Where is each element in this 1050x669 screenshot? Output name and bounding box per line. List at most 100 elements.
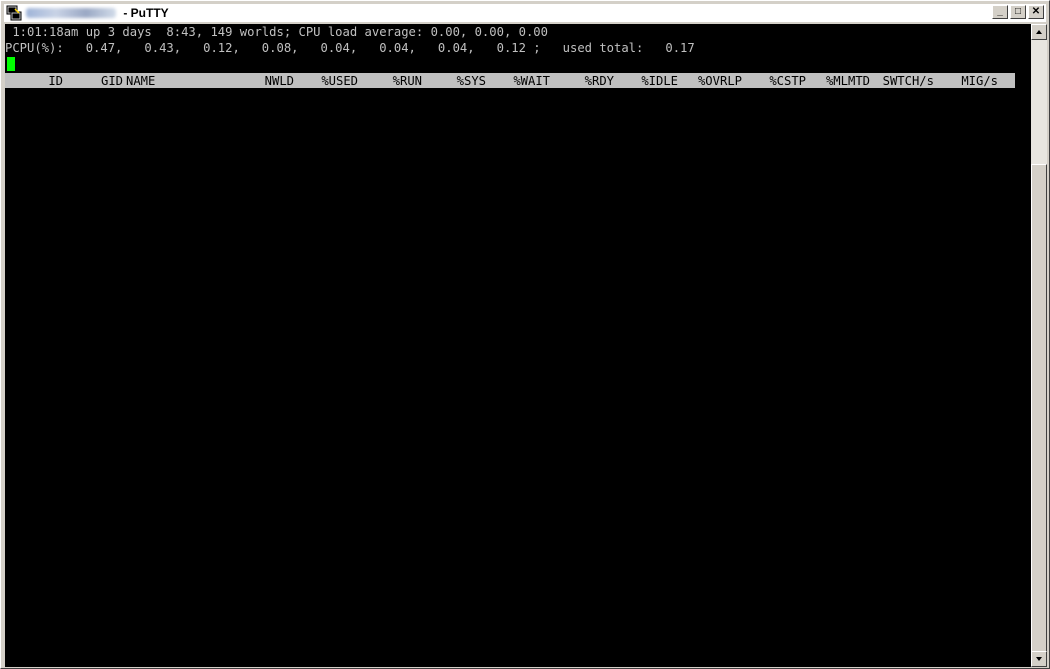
cell-swtch: 1.00	[904, 106, 934, 120]
cell-nwld: 22	[279, 426, 294, 440]
cell-gid: 434	[100, 346, 123, 360]
cell-name: sfcbd.1500	[126, 346, 200, 360]
cell-name: sfcbd.1624	[126, 442, 200, 456]
cell-gid: 468	[100, 362, 123, 376]
cell-mig: 0.00	[968, 602, 998, 616]
table-row: 468 468 sh.1536 1 0.00 0.00 0.00 100.00 0.00 0.00…	[5, 361, 1015, 377]
cell-cstp: 0.00	[776, 634, 806, 648]
cell-swtch: 0.50	[904, 522, 934, 536]
table-row: 338 338 hostd.1394 12 0.02 0.02 0.00 1200.00 0.0…	[5, 249, 1015, 265]
column-header-cstp: %CSTP	[769, 74, 806, 88]
arrow-down-icon	[1036, 657, 1042, 661]
cell-swtch: 0.50	[904, 650, 934, 664]
cell-mig: 0.00	[968, 394, 998, 408]
cell-mlmtd: 0.00	[840, 154, 870, 168]
cell-run: 0.00	[392, 394, 422, 408]
cell-ovrlp: 0.04	[712, 554, 742, 568]
cell-nwld: 12	[279, 250, 294, 264]
cell-sys: 0.00	[456, 618, 486, 632]
cell-rdy: 0.00	[584, 314, 614, 328]
cell-cstp: 0.00	[776, 138, 806, 152]
cell-sys: 0.00	[456, 522, 486, 536]
cell-id: 328	[40, 234, 63, 248]
cell-ovrlp: 0.01	[712, 522, 742, 536]
cell-nwld: 1	[286, 266, 294, 280]
cell-swtch: 0.00	[904, 362, 934, 376]
table-row: 106 106 busybox.1154 1 0.00 0.00 0.00 100.00 0.0…	[5, 169, 1015, 185]
cell-sys: 0.00	[456, 634, 486, 648]
column-header-nwld: NWLD	[264, 74, 294, 88]
cell-id: 7	[55, 138, 63, 152]
putty-icon[interactable]	[6, 5, 22, 21]
cell-cstp: 0.00	[776, 330, 806, 344]
close-button[interactable]: ✕	[1028, 5, 1044, 19]
cell-swtch: 0.50	[904, 634, 934, 648]
cell-wait: 100.00	[505, 394, 550, 408]
cell-mlmtd: 0.00	[840, 538, 870, 552]
cell-name: dropbearmulti.3	[126, 602, 237, 616]
cell-run: 0.00	[392, 346, 422, 360]
cell-nwld: 1	[286, 362, 294, 376]
cell-idle: 0.00	[648, 410, 678, 424]
cell-gid: 6	[115, 122, 123, 136]
cell-mlmtd: 0.00	[840, 330, 870, 344]
cell-run: 0.00	[392, 218, 422, 232]
cell-used: 0.00	[328, 394, 358, 408]
cell-mig: 0.00	[968, 106, 998, 120]
cell-sys: 0.00	[456, 234, 486, 248]
minimize-button[interactable]: _	[992, 5, 1008, 19]
scroll-up-button[interactable]	[1031, 24, 1047, 40]
cell-id: 349	[40, 266, 63, 280]
table-row: 1214 1214 ash.3397 1 0.00 0.00 0.00 100.00 0.00 0…	[5, 617, 1015, 633]
cell-sys: 0.00	[456, 554, 486, 568]
maximize-button[interactable]: □	[1010, 5, 1026, 19]
cell-wait: 600.00	[505, 586, 550, 600]
cell-sys: 0.00	[456, 90, 486, 104]
vertical-scrollbar[interactable]	[1031, 24, 1047, 667]
cell-run: 0.00	[392, 170, 422, 184]
title-bar[interactable]: - PuTTY _ □ ✕	[4, 4, 1046, 22]
cell-gid: 581	[100, 506, 123, 520]
cell-idle: 0.00	[648, 474, 678, 488]
cell-id: 1	[55, 90, 63, 104]
cell-cstp: 0.00	[776, 570, 806, 584]
cell-rdy: 0.00	[584, 122, 614, 136]
cell-ovrlp: 0.00	[712, 106, 742, 120]
cell-rdy: 0.00	[584, 506, 614, 520]
cell-name: busybox.1369	[126, 202, 215, 216]
cell-nwld: 1	[286, 410, 294, 424]
cell-rdy: 0.00	[584, 458, 614, 472]
cell-cstp: 0.00	[776, 602, 806, 616]
cell-ovrlp: 0.00	[712, 570, 742, 584]
cell-nwld: 1	[286, 490, 294, 504]
cell-used: 0.00	[328, 474, 358, 488]
cell-cstp: 0.00	[776, 426, 806, 440]
cell-id: 1216	[33, 634, 63, 648]
cell-nwld: 23	[279, 122, 294, 136]
terminal-screen[interactable]: 1:01:18am up 3 days 8:43, 149 worlds; CP…	[5, 24, 1031, 667]
scroll-down-button[interactable]	[1031, 651, 1047, 667]
cell-rdy: 0.00	[584, 186, 614, 200]
cell-cstp: 0.00	[776, 90, 806, 104]
cell-gid: 1214	[93, 618, 123, 632]
cell-nwld: 6	[286, 586, 294, 600]
cell-mig: 0.00	[968, 282, 998, 296]
scrollbar-thumb[interactable]	[1031, 164, 1047, 652]
cell-mig: 0.00	[968, 634, 998, 648]
cell-swtch: 0.00	[904, 186, 934, 200]
cell-mig: 0.00	[968, 362, 998, 376]
column-header-mlmtd: %MLMTD	[825, 74, 870, 88]
cell-mig: 0.00	[968, 618, 998, 632]
cell-gid: 349	[100, 266, 123, 280]
cell-ovrlp: 0.00	[712, 138, 742, 152]
cell-idle: 0.00	[648, 106, 678, 120]
cell-name: sfcbd.1632	[126, 458, 200, 472]
table-header: ID GID NAME NWLD %USED %RUN %SYS %WAIT %RDY %IDLE…	[5, 73, 1015, 88]
cell-used: 0.00	[328, 282, 358, 296]
arrow-up-icon	[1036, 30, 1042, 34]
cell-rdy: 0.00	[584, 234, 614, 248]
cell-ovrlp: 0.01	[712, 586, 742, 600]
cell-id: 581	[40, 506, 63, 520]
cell-mig: 0.00	[968, 538, 998, 552]
table-row: 580 580 ash.1700 1 0.00 0.00 0.00 100.00 0.00 0.0…	[5, 489, 1015, 505]
